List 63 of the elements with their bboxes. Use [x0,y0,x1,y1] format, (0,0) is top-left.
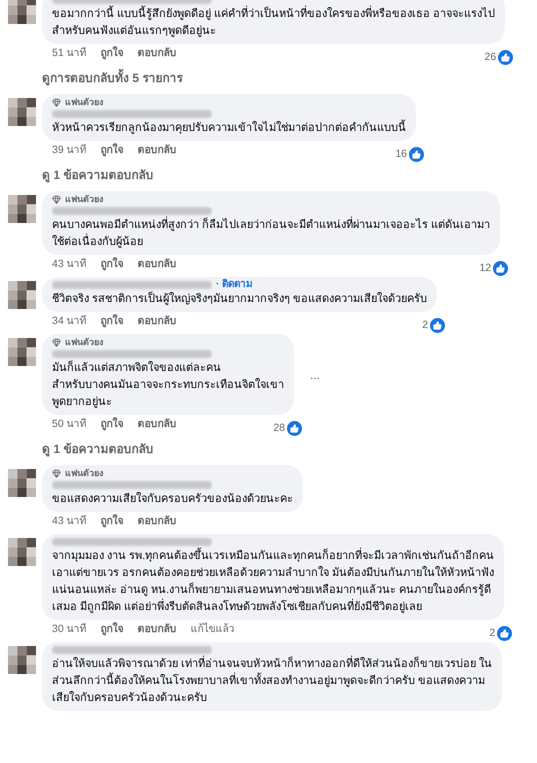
like-icon [493,261,508,276]
diamond-icon [52,194,61,204]
like-link[interactable]: ถูกใจ [100,417,124,433]
comment-time[interactable]: 50 นาที [52,417,87,433]
reply-link[interactable]: ตอบกลับ [138,622,177,638]
avatar[interactable] [8,469,36,497]
like-icon [409,147,424,162]
like-count[interactable]: 26 [484,50,496,65]
like-count[interactable]: 2 [489,626,496,641]
comment-text: จากมุมมอง งาน รพ.ทุกคนต้องขึ้นเวรเหมือนกันและทุกคนก็อยากที่จะมีเวลาพักเช่นกันถ้าอีกคน เอาแต่ขายเวร อรกคนต้องคอยช่วยเหลือด้วยความลำบากใจ มันต้องมีบ่นกันภายในให้หัวหน้าฟัง แน่นอนแหล่ะ อ่านดู หน.งานก็พยายามเสนอหนทางช่วยเหลือมากๆแล้วนะ คนภายในองค์กรรู้ดี เสมอ มีถูกมีผิด แต่อย่าพึ่งรีบตัดสินลงโทษด้วยพลังโซเชียลกับคนที่ยังมีชีวิตอยู่เลย [52,548,494,616]
like-link[interactable]: ถูกใจ [100,46,124,62]
like-link[interactable]: ถูกใจ [100,622,124,638]
edited-label: แก้ไขแล้ว [190,622,235,638]
comment-text: มันก็แล้วแต่สภาพจิตใจของแต่ละคน สำหรับบางคนมันอาจจะกระทบกระเทือนจิตใจเขา พูดยากอยู่นะ [52,360,284,410]
reply-link[interactable]: ตอบกลับ [138,46,177,62]
more-options-button[interactable]: ... [310,366,320,384]
avatar[interactable] [8,195,36,223]
fan-label: แฟนตัวยง [65,467,103,479]
avatar[interactable] [8,646,36,674]
reply-link[interactable]: ตอบกลับ [138,143,177,159]
view-replies-link[interactable]: ดู 1 ข้อความตอบกลับ [42,167,154,183]
comment-text: หัวหน้าควรเรียกลูกน้องมาคุยปรับความเข้าใจไม่ใช่มาต่อปากต่อคำกันแบบนี้ [52,120,406,137]
avatar[interactable] [8,0,36,24]
view-replies-link[interactable]: ดูการตอบกลับทั้ง 5 รายการ [42,70,182,86]
comment-time[interactable]: 30 นาที [52,622,87,638]
like-link[interactable]: ถูกใจ [100,314,124,330]
comment-time[interactable]: 43 นาที [52,257,87,273]
like-count[interactable]: 2 [422,318,428,333]
comment-text: ขอแสดงความเสียใจกับครอบครัวของน้องด้วยนะคะ [52,491,293,507]
like-link[interactable]: ถูกใจ [100,143,124,159]
comment-time[interactable]: 34 นาที [52,314,87,330]
like-icon [497,626,512,641]
like-icon [498,50,514,65]
comment-time[interactable]: 43 นาที [52,514,87,530]
fan-label: แฟนตัวยง [65,96,103,108]
follow-link[interactable]: · ติดตาม [216,279,254,291]
like-link[interactable]: ถูกใจ [100,514,124,530]
avatar[interactable] [8,98,36,126]
comment-time[interactable]: 51 นาที [52,46,87,62]
reply-link[interactable]: ตอบกลับ [138,257,177,273]
reply-link[interactable]: ตอบกลับ [138,314,177,330]
like-count[interactable]: 28 [273,421,285,436]
comment-text: คนบางคนพอมีตำแหน่งที่สูงกว่า ก็ลืมไปเลยว่าก่อนจะมีตำแหน่งที่ผ่านมาเจออะไร แต่ดันเอามา ใช้ต่อเนื่องกับผู้น้อย [52,217,490,251]
like-count[interactable]: 12 [479,261,492,276]
diamond-icon [52,338,61,346]
avatar[interactable] [8,338,36,366]
like-link[interactable]: ถูกใจ [100,257,124,273]
comment-text: ชีวิตจริง รสชาติการเป็นผู้ใหญ่จริงๆมันยากมากจริงๆ ขอแสดงความเสียใจด้วยครับ [52,291,428,307]
comment-text: อ่านให้จบแล้วพิจารณาด้วย เท่าที่อ่านจนจบหัวหน้าก็หาทางออกที่ดีให้ส่วนน้องก็ขายเวรบ่อย ใน ส่วนลึกกว่านี้ต้องให้คนในโรงพยาบาลที่เขาทั้งสองทำงานอยู่มาพูดจะดีกว่าครับ ขอแสดงความ เสียใจกับครอบครัวน้องด้วนะครับ [52,656,492,707]
like-icon [287,421,302,436]
diamond-icon [52,98,61,106]
like-count[interactable]: 16 [395,147,407,162]
avatar[interactable] [8,281,36,309]
avatar[interactable] [8,538,36,566]
view-replies-link[interactable]: ดู 1 ข้อความตอบกลับ [42,441,154,457]
fan-label: แฟนตัวยง [65,336,103,348]
fan-label: แฟนตัวยง [65,193,103,205]
like-icon [430,318,446,333]
comment-text: ขอมากกว่านี้ แบบนี้รู้สึกยังพูดดีอยู่ แค่คำที่ว่าเป็นหน้าที่ของใครของพี่หรือของเธอ อาจจะแรงไป สำหรับคนฟังแต่อันแรกๆพูดดีอยู่นะ [52,6,496,40]
reply-link[interactable]: ตอบกลับ [138,514,177,530]
comment-time[interactable]: 39 นาที [52,143,87,159]
reply-link[interactable]: ตอบกลับ [138,417,177,433]
diamond-icon [52,468,61,478]
